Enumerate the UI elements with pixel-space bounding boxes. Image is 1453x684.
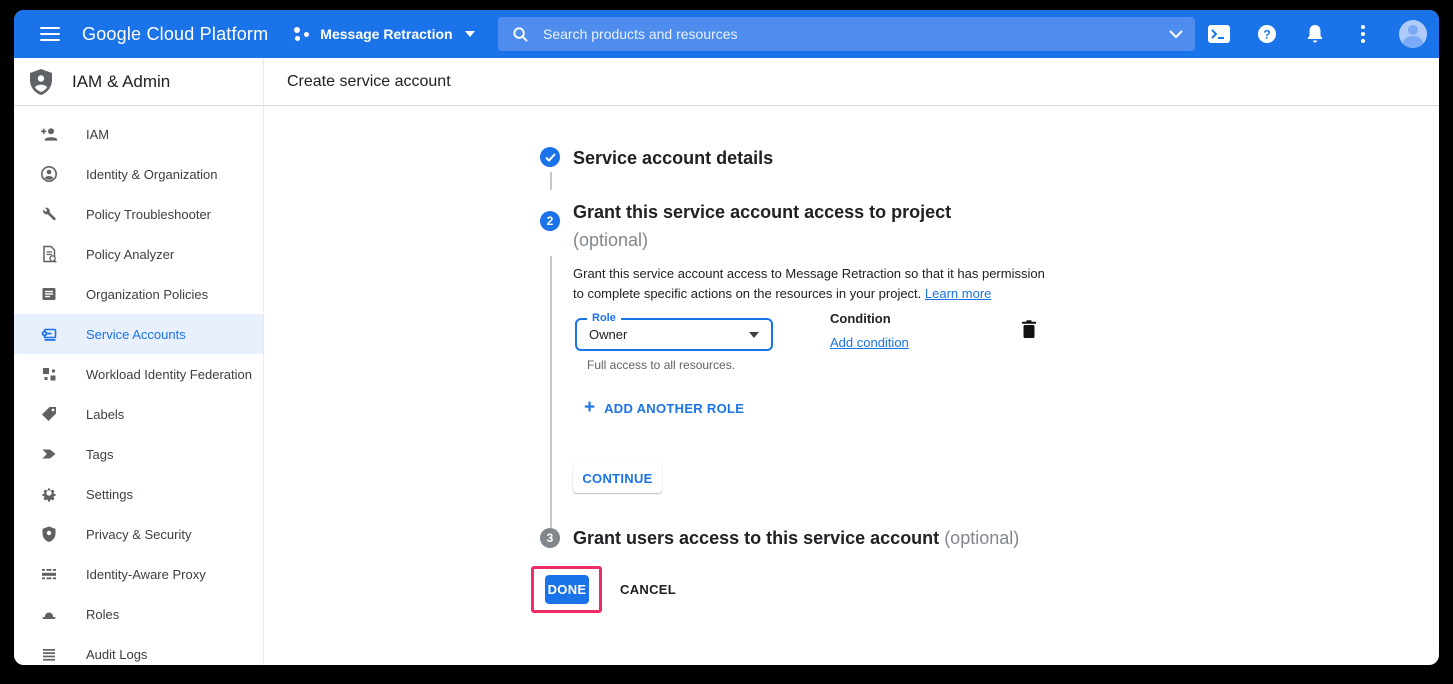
search-input[interactable]: Search products and resources	[498, 17, 1195, 51]
role-help-text: Full access to all resources.	[587, 358, 735, 372]
notifications-icon[interactable]	[1303, 22, 1327, 46]
sidebar-item-label: Labels	[86, 407, 124, 422]
plus-icon: +	[584, 399, 595, 417]
cancel-button[interactable]: CANCEL	[620, 582, 676, 597]
search-placeholder: Search products and resources	[543, 26, 1169, 42]
squares-icon	[40, 365, 58, 383]
more-vert-icon[interactable]	[1351, 22, 1375, 46]
add-condition-link[interactable]: Add condition	[830, 335, 909, 350]
sidebar-item-label: Roles	[86, 607, 119, 622]
chevron-down-icon[interactable]	[1169, 30, 1183, 39]
sidebar-item-label: IAM	[86, 127, 109, 142]
search-icon	[512, 26, 529, 43]
sidebar-item-settings[interactable]: Settings	[14, 474, 263, 514]
step1-title: Service account details	[573, 144, 773, 172]
sidebar-item-roles[interactable]: Roles	[14, 594, 263, 634]
cloud-shell-icon[interactable]	[1207, 22, 1231, 46]
document-lines-icon	[40, 285, 58, 303]
roles-hat-icon	[40, 605, 58, 623]
create-service-account-form: Service account details 2 Grant this ser…	[264, 106, 1439, 665]
content-header: Create service account	[264, 58, 1439, 106]
step2-optional: (optional)	[573, 230, 648, 250]
sidebar-item-iam[interactable]: IAM	[14, 114, 263, 154]
sidebar-item-label: Tags	[86, 447, 113, 462]
sidebar-nav: IAM Identity & Organization Policy Troub…	[14, 106, 263, 665]
step3-number: 3	[540, 528, 560, 548]
condition-label: Condition	[830, 311, 891, 326]
list-icon	[40, 645, 58, 663]
step3-title: Grant users access to this service accou…	[573, 524, 1019, 552]
sidebar-item-label: Identity-Aware Proxy	[86, 567, 206, 582]
sidebar-item-workload-identity-federation[interactable]: Workload Identity Federation	[14, 354, 263, 394]
hamburger-icon[interactable]	[40, 27, 60, 41]
chevron-down-icon	[465, 31, 475, 37]
role-selected-value: Owner	[589, 327, 749, 342]
sidebar: IAM & Admin IAM Identity & Organization	[14, 58, 264, 665]
sidebar-item-label: Workload Identity Federation	[86, 367, 252, 382]
continue-button[interactable]: CONTINUE	[573, 463, 662, 493]
top-bar: Google Cloud Platform Message Retraction…	[14, 10, 1439, 58]
sidebar-item-organization-policies[interactable]: Organization Policies	[14, 274, 263, 314]
sidebar-item-labels[interactable]: Labels	[14, 394, 263, 434]
sidebar-item-identity-aware-proxy[interactable]: Identity-Aware Proxy	[14, 554, 263, 594]
topbar-actions: ?	[1207, 10, 1427, 58]
done-button[interactable]: DONE	[545, 575, 589, 604]
sidebar-item-label: Service Accounts	[86, 327, 186, 342]
sidebar-item-policy-analyzer[interactable]: Policy Analyzer	[14, 234, 263, 274]
browser-window: Google Cloud Platform Message Retraction…	[14, 10, 1439, 665]
avatar[interactable]	[1399, 20, 1427, 48]
step-connector	[550, 172, 552, 190]
gear-icon	[40, 485, 58, 503]
step2-description: Grant this service account access to Mes…	[573, 264, 1063, 304]
svg-text:?: ?	[1263, 28, 1270, 42]
step-connector	[550, 256, 552, 528]
project-icon	[294, 26, 310, 42]
step1-complete-icon	[540, 147, 560, 167]
content-area: Create service account Service account d…	[264, 58, 1439, 665]
step2-number: 2	[540, 211, 560, 231]
delete-role-icon[interactable]	[1021, 320, 1037, 339]
role-field-label: Role	[587, 312, 621, 324]
step3-title-text: Grant users access to this service accou…	[573, 528, 939, 548]
sidebar-item-policy-troubleshooter[interactable]: Policy Troubleshooter	[14, 194, 263, 234]
sidebar-title: IAM & Admin	[72, 72, 170, 92]
sidebar-item-tags[interactable]: Tags	[14, 434, 263, 474]
help-icon[interactable]: ?	[1255, 22, 1279, 46]
sidebar-item-label: Settings	[86, 487, 133, 502]
tag-icon	[40, 445, 58, 463]
sidebar-header: IAM & Admin	[14, 58, 263, 106]
dropdown-arrow-icon	[749, 332, 759, 338]
sidebar-item-label: Policy Troubleshooter	[86, 207, 211, 222]
sidebar-item-privacy-security[interactable]: Privacy & Security	[14, 514, 263, 554]
proxy-icon	[40, 565, 58, 583]
project-name: Message Retraction	[320, 26, 452, 42]
document-search-icon	[40, 245, 58, 263]
project-selector[interactable]: Message Retraction	[294, 26, 474, 42]
add-another-role-button[interactable]: + ADD ANOTHER ROLE	[584, 399, 744, 417]
sidebar-item-label: Organization Policies	[86, 287, 208, 302]
gcp-logo[interactable]: Google Cloud Platform	[82, 24, 268, 45]
sidebar-item-service-accounts[interactable]: Service Accounts	[14, 314, 263, 354]
sidebar-item-label: Policy Analyzer	[86, 247, 174, 262]
person-add-icon	[40, 125, 58, 143]
key-card-icon	[40, 325, 58, 343]
shield-icon	[40, 525, 58, 543]
wrench-icon	[40, 205, 58, 223]
sidebar-item-label: Privacy & Security	[86, 527, 191, 542]
sidebar-item-label: Identity & Organization	[86, 167, 218, 182]
step2-title-text: Grant this service account access to pro…	[573, 202, 951, 222]
sidebar-item-audit-logs[interactable]: Audit Logs	[14, 634, 263, 665]
person-circle-icon	[40, 165, 58, 183]
step2-title: Grant this service account access to pro…	[573, 198, 951, 254]
iam-shield-icon	[28, 68, 54, 96]
sidebar-item-label: Audit Logs	[86, 647, 147, 662]
label-icon	[40, 405, 58, 423]
sidebar-item-identity-organization[interactable]: Identity & Organization	[14, 154, 263, 194]
page-title: Create service account	[287, 73, 451, 91]
role-dropdown[interactable]: Role Owner	[575, 318, 773, 351]
step3-optional: (optional)	[944, 528, 1019, 548]
learn-more-link[interactable]: Learn more	[925, 286, 991, 301]
